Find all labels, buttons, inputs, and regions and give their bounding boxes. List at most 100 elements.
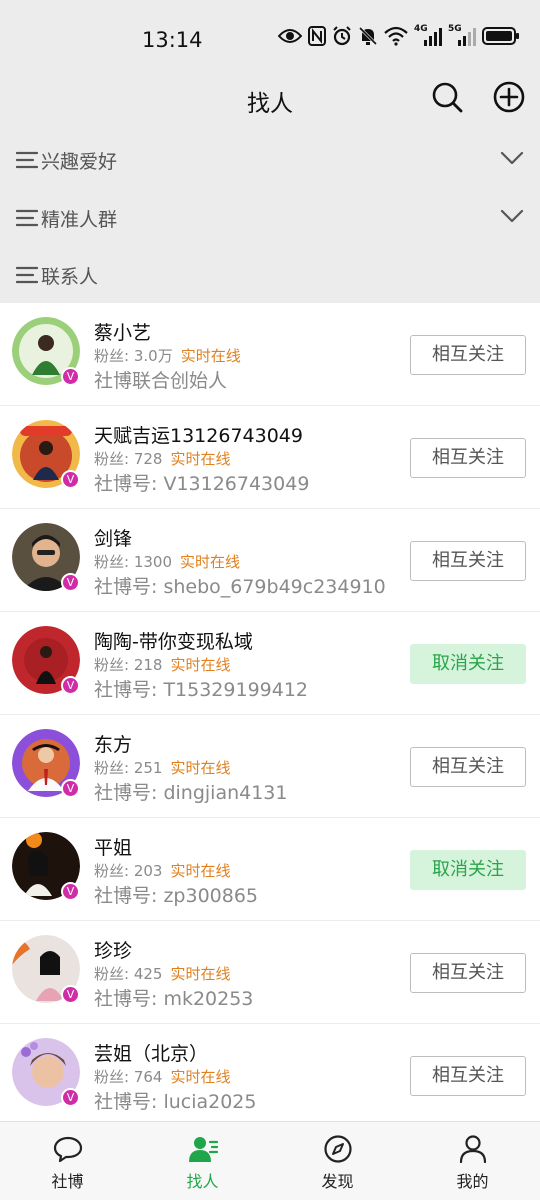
avatar[interactable]: V [12,832,80,901]
tab-label: 社博 [51,1172,84,1191]
avatar[interactable]: V [12,729,80,798]
avatar[interactable]: V [12,626,80,695]
fans-label: 粉丝: [94,553,130,571]
fans-label: 粉丝: [94,347,130,365]
chevron-down-icon[interactable] [500,150,524,166]
chevron-down-icon[interactable] [500,208,524,224]
user-subtitle: 社博号: lucia2025 [94,1091,257,1113]
user-name[interactable]: 芸姐（北京） [94,1039,208,1066]
user-subtitle: 社博联合创始人 [94,370,228,392]
user-subtitle: 社博号: dingjian4131 [94,782,288,804]
online-status: 实时在线 [170,965,231,983]
tab-me[interactable]: 我的 [405,1122,540,1200]
filter-label: 精准人群 [41,208,118,231]
user-subtitle: 社博号: T15329199412 [94,679,309,701]
user-meta: 粉丝: 764 实时在线 [94,1066,231,1087]
signal-5g-icon: 5G [448,24,476,46]
bottom-tab-bar: 社博 找人 发现 我的 [0,1121,540,1200]
user-row[interactable]: V 蔡小艺 粉丝: 3.0万 实时在线 社博联合创始人 相互关注 [0,303,540,406]
unfollow-button[interactable]: 取消关注 [410,644,526,684]
tab-label: 找人 [186,1172,219,1191]
filter-target-audience[interactable]: 精准人群 [0,188,540,246]
avatar[interactable]: V [12,420,80,489]
user-name[interactable]: 剑锋 [94,524,132,551]
tab-label: 我的 [456,1172,489,1191]
mutual-follow-button[interactable]: 相互关注 [410,953,526,993]
filter-label: 联系人 [41,266,99,288]
user-meta: 粉丝: 251 实时在线 [94,757,231,778]
user-subtitle: 社博号: shebo_679b49c234910 [94,576,386,598]
user-list: V 蔡小艺 粉丝: 3.0万 实时在线 社博联合创始人 相互关注 V 天赋吉运13… [0,303,540,1121]
online-status: 实时在线 [180,347,241,365]
person-icon [459,1135,486,1164]
verified-badge: V [61,367,80,386]
nfc-icon [308,26,326,46]
online-status: 实时在线 [170,759,231,777]
filter-contacts[interactable]: 联系人 [0,245,540,303]
verified-badge: V [61,676,80,695]
user-meta: 粉丝: 218 实时在线 [94,654,231,675]
fans-label: 粉丝: [94,862,130,880]
fans-count: 203 [133,862,163,880]
filter-interests[interactable]: 兴趣爱好 [0,130,540,188]
user-row[interactable]: V 芸姐（北京） 粉丝: 764 实时在线 社博号: lucia2025 相互关注 [0,1024,540,1121]
user-name[interactable]: 东方 [94,730,132,757]
wifi-icon [384,26,408,46]
fans-count: 3.0万 [133,347,173,365]
fans-label: 粉丝: [94,759,130,777]
plus-circle-icon[interactable] [492,80,526,114]
online-status: 实时在线 [170,656,231,674]
user-row[interactable]: V 东方 粉丝: 251 实时在线 社博号: dingjian4131 相互关注 [0,715,540,818]
avatar[interactable]: V [12,1038,80,1107]
fans-label: 粉丝: [94,965,130,983]
online-status: 实时在线 [170,862,231,880]
signal-4g-icon: 4G [414,24,442,46]
avatar[interactable]: V [12,935,80,1004]
mutual-follow-button[interactable]: 相互关注 [410,541,526,581]
verified-badge: V [61,882,80,901]
fans-label: 粉丝: [94,450,130,468]
find-people-icon [188,1137,218,1162]
fans-count: 764 [133,1068,163,1086]
battery-icon [482,27,519,45]
verified-badge: V [61,470,80,489]
user-name[interactable]: 珍珍 [94,936,132,963]
tab-find-people[interactable]: 找人 [135,1122,270,1200]
user-meta: 粉丝: 3.0万 实时在线 [94,345,241,366]
search-icon[interactable] [430,80,464,114]
online-status: 实时在线 [170,1068,231,1086]
chat-bubble-icon [53,1136,82,1163]
header: 找人 [0,78,540,122]
user-name[interactable]: 陶陶-带你变现私域 [94,627,253,654]
menu-lines-icon [16,151,38,169]
user-name[interactable]: 蔡小艺 [94,318,151,345]
user-name[interactable]: 天赋吉运13126743049 [94,421,303,448]
mutual-follow-button[interactable]: 相互关注 [410,335,526,375]
user-meta: 粉丝: 728 实时在线 [94,448,231,469]
fans-count: 425 [133,965,163,983]
user-name[interactable]: 平姐 [94,833,132,860]
user-row[interactable]: V 陶陶-带你变现私域 粉丝: 218 实时在线 社博号: T1532919941… [0,612,540,715]
user-row[interactable]: V 平姐 粉丝: 203 实时在线 社博号: zp300865 取消关注 [0,818,540,921]
tab-shebo[interactable]: 社博 [0,1122,135,1200]
mutual-follow-button[interactable]: 相互关注 [410,747,526,787]
fans-count: 251 [133,759,163,777]
compass-icon [323,1135,352,1163]
menu-lines-icon [16,209,38,226]
avatar[interactable]: V [12,523,80,592]
user-row[interactable]: V 珍珍 粉丝: 425 实时在线 社博号: mk20253 相互关注 [0,921,540,1024]
fans-label: 粉丝: [94,1068,130,1086]
status-icons: 4G 5G [278,24,520,46]
mutual-follow-button[interactable]: 相互关注 [410,438,526,478]
status-time: 13:14 [142,28,203,52]
mutual-follow-button[interactable]: 相互关注 [410,1056,526,1096]
user-subtitle: 社博号: zp300865 [94,885,259,907]
user-subtitle: 社博号: V13126743049 [94,473,310,495]
avatar[interactable]: V [12,317,80,386]
user-row[interactable]: V 天赋吉运13126743049 粉丝: 728 实时在线 社博号: V1312… [0,406,540,509]
fans-count: 1300 [133,553,173,571]
unfollow-button[interactable]: 取消关注 [410,850,526,890]
tab-discover[interactable]: 发现 [270,1122,405,1200]
user-row[interactable]: V 剑锋 粉丝: 1300 实时在线 社博号: shebo_679b49c2349… [0,509,540,612]
user-meta: 粉丝: 425 实时在线 [94,963,231,984]
